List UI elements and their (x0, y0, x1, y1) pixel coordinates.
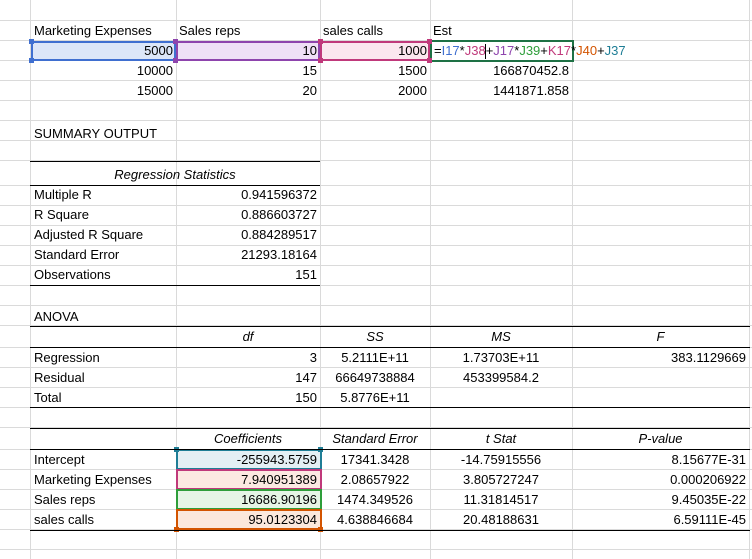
anova-title[interactable]: ANOVA (31, 307, 176, 326)
table-border (30, 285, 320, 286)
coef-standard-error[interactable]: 2.08657922 (320, 470, 430, 489)
formula-operator: + (597, 43, 605, 58)
cell-est[interactable]: 166870452.8 (430, 61, 572, 80)
coef-t-stat[interactable]: 20.48188631 (430, 510, 572, 529)
formula-operator: + (540, 43, 548, 58)
anova-row-label[interactable]: Total (31, 388, 176, 407)
regression-statistics-header[interactable]: Regression Statistics (30, 165, 320, 184)
coef-p-value[interactable]: 0.000206922 (572, 470, 749, 489)
coef-standard-error[interactable]: 4.638846684 (320, 510, 430, 529)
formula-reference: K17 (547, 43, 572, 58)
coef-header-t-stat[interactable]: t Stat (430, 429, 572, 448)
formula-reference: J17 (493, 43, 515, 58)
anova-row-label[interactable]: Regression (31, 348, 176, 367)
coef-header-standard-error[interactable]: Standard Error (320, 429, 430, 448)
anova-df[interactable]: 150 (176, 388, 320, 407)
anova-ss[interactable]: 5.8776E+11 (320, 388, 430, 407)
coef-standard-error[interactable]: 17341.3428 (320, 450, 430, 469)
stat-label[interactable]: R Square (31, 205, 176, 224)
coef-t-stat[interactable]: 3.805727247 (430, 470, 572, 489)
cell-sales-reps[interactable]: 20 (176, 81, 320, 100)
table-border (30, 161, 320, 162)
summary-output-title[interactable]: SUMMARY OUTPUT (31, 124, 231, 143)
anova-header-f[interactable]: F (572, 327, 749, 346)
stat-value[interactable]: 0.884289517 (176, 225, 320, 244)
stat-label[interactable]: Observations (31, 265, 176, 284)
stat-label[interactable]: Adjusted R Square (31, 225, 176, 244)
header-marketing-expenses[interactable]: Marketing Expenses (31, 21, 176, 40)
table-border (30, 407, 750, 408)
coef-t-stat[interactable]: -14.75915556 (430, 450, 572, 469)
coef-t-stat[interactable]: 11.31814517 (430, 490, 572, 509)
row-gridline (0, 549, 752, 550)
anova-ms[interactable]: 1.73703E+11 (430, 348, 572, 367)
cell-sales-calls[interactable]: 2000 (320, 81, 430, 100)
coef-standard-error[interactable]: 1474.349526 (320, 490, 430, 509)
anova-row-label[interactable]: Residual (31, 368, 176, 387)
cell-sales-calls[interactable]: 1500 (320, 61, 430, 80)
coef-row-label[interactable]: Marketing Expenses (31, 470, 176, 489)
header-sales-calls[interactable]: sales calls (320, 21, 430, 40)
row-gridline (0, 120, 752, 121)
anova-header-ss[interactable]: SS (320, 327, 430, 346)
cell-marketing-expenses[interactable]: 10000 (31, 61, 176, 80)
header-sales-reps[interactable]: Sales reps (176, 21, 320, 40)
formula-operator: = (434, 43, 442, 58)
coef-value[interactable]: 16686.90196 (176, 490, 320, 509)
stat-label[interactable]: Multiple R (31, 185, 176, 204)
stat-value[interactable]: 21293.18164 (176, 245, 320, 264)
cell-sales-calls[interactable]: 1000 (320, 41, 430, 60)
coef-row-label[interactable]: Sales reps (31, 490, 176, 509)
cell-marketing-expenses[interactable]: 15000 (31, 81, 176, 100)
coef-p-value[interactable]: 9.45035E-22 (572, 490, 749, 509)
coef-value[interactable]: 7.940951389 (176, 470, 320, 489)
formula-reference: J37 (604, 43, 626, 58)
stat-label[interactable]: Standard Error (31, 245, 176, 264)
stat-value[interactable]: 0.941596372 (176, 185, 320, 204)
coef-header-p-value[interactable]: P-value (572, 429, 749, 448)
anova-df[interactable]: 3 (176, 348, 320, 367)
formula-reference: J39 (519, 43, 541, 58)
row-gridline (0, 100, 752, 101)
formula-reference: I17 (441, 43, 460, 58)
coef-value[interactable]: -255943.5759 (176, 450, 320, 469)
anova-header-df[interactable]: df (176, 327, 320, 346)
spreadsheet-grid[interactable]: Marketing Expenses Sales reps sales call… (0, 0, 752, 559)
coef-row-label[interactable]: Intercept (31, 450, 176, 469)
anova-header-ms[interactable]: MS (430, 327, 572, 346)
anova-ss[interactable]: 5.2111E+11 (320, 348, 430, 367)
stat-value[interactable]: 151 (176, 265, 320, 284)
coef-value[interactable]: 95.0123304 (176, 510, 320, 529)
coef-header-coefficients[interactable]: Coefficients (176, 429, 320, 448)
cell-marketing-expenses[interactable]: 5000 (31, 41, 176, 60)
cell-sales-reps[interactable]: 15 (176, 61, 320, 80)
anova-ms[interactable]: 453399584.2 (430, 368, 572, 387)
formula-edit-cell[interactable]: =I17*J38+J17*J39+K17*J40+J37 (432, 41, 672, 60)
formula-reference: J40 (576, 43, 598, 58)
coef-p-value[interactable]: 8.15677E-31 (572, 450, 749, 469)
anova-ss[interactable]: 66649738884 (320, 368, 430, 387)
column-gridline (749, 0, 750, 559)
coef-p-value[interactable]: 6.59111E-45 (572, 510, 749, 529)
coef-row-label[interactable]: sales calls (31, 510, 176, 529)
stat-value[interactable]: 0.886603727 (176, 205, 320, 224)
cell-sales-reps[interactable]: 10 (176, 41, 320, 60)
anova-df[interactable]: 147 (176, 368, 320, 387)
formula-reference: J38 (464, 43, 486, 58)
table-border (30, 530, 750, 531)
cell-est[interactable]: 1441871.858 (430, 81, 572, 100)
header-est[interactable]: Est (430, 21, 572, 40)
text-cursor (485, 44, 486, 59)
anova-f[interactable]: 383.1129669 (572, 348, 749, 367)
row-gridline (0, 305, 752, 306)
